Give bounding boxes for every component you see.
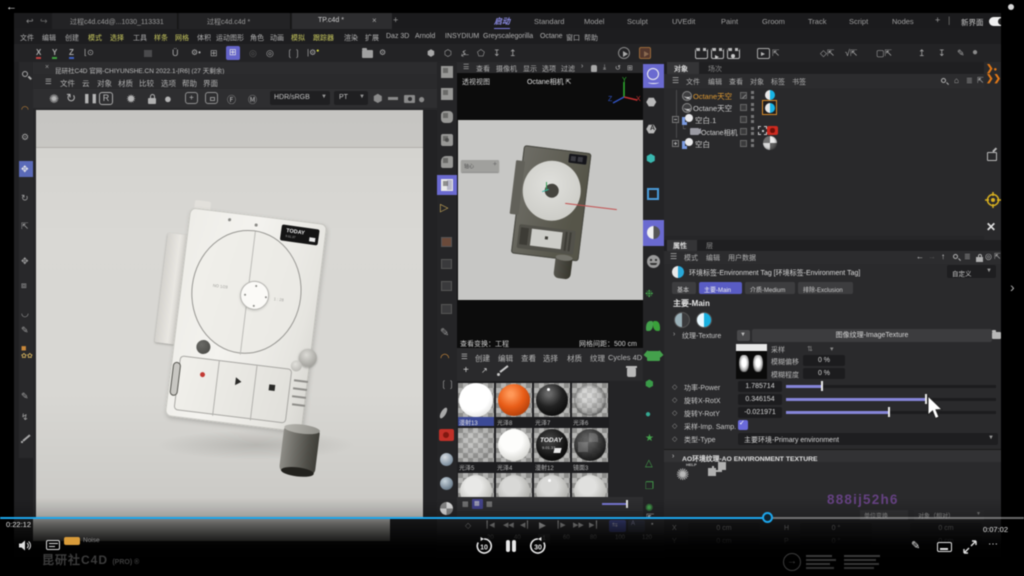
svg-text:Y: Y — [622, 77, 627, 84]
svg-text:Z: Z — [608, 96, 613, 103]
svg-text:30: 30 — [534, 545, 542, 552]
svg-text:X: X — [636, 96, 641, 103]
svg-text:10: 10 — [480, 545, 488, 552]
